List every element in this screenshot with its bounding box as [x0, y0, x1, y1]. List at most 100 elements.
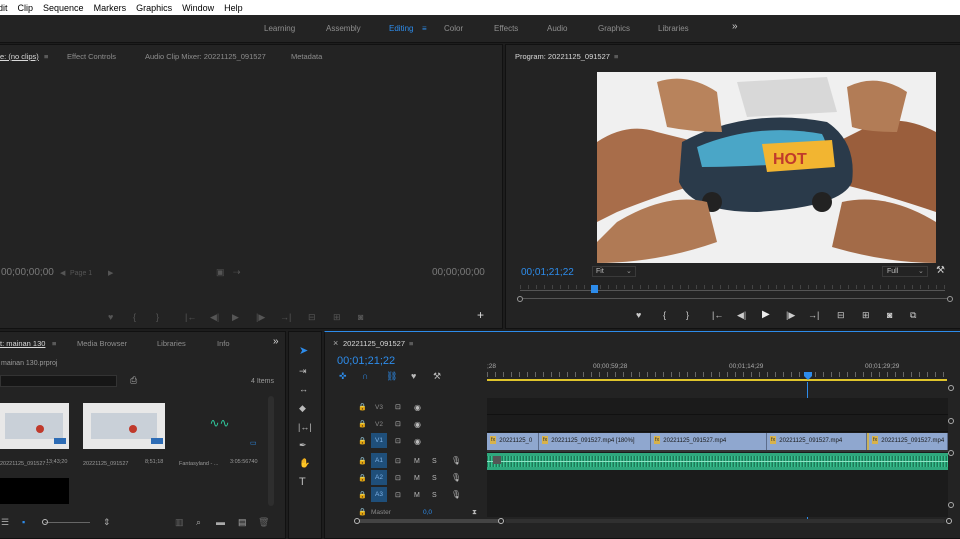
workspace-assembly[interactable]: Assembly: [326, 24, 361, 33]
a3-solo-icon[interactable]: S: [432, 491, 437, 500]
project-clip-thumb-1[interactable]: [0, 403, 69, 449]
v1-clip-4[interactable]: fx 20221125_091527.mp4: [767, 433, 867, 450]
sort-icon[interactable]: ⇕: [103, 518, 111, 527]
workspace-learning[interactable]: Learning: [264, 24, 295, 33]
menu-window[interactable]: Window: [182, 3, 214, 13]
add-marker-icon[interactable]: ♥: [411, 372, 416, 381]
v1-label[interactable]: V1: [371, 433, 387, 448]
find-icon[interactable]: ⌕: [196, 518, 201, 527]
track-select-tool-icon[interactable]: ⇥: [299, 367, 307, 376]
project-search-input[interactable]: [0, 375, 117, 387]
timeline-ruler[interactable]: ;28 00;00;59;28 00;01;14;29 00;01;29;29: [487, 360, 947, 382]
v2-lock-icon[interactable]: 🔒: [358, 420, 367, 429]
timeline-menu-icon[interactable]: ≡: [409, 339, 413, 348]
v3-eye-icon[interactable]: ◉: [414, 403, 421, 412]
tab-info[interactable]: Info: [217, 339, 230, 348]
work-area-bar[interactable]: [487, 379, 947, 381]
program-scrub-track[interactable]: [520, 290, 945, 291]
program-title[interactable]: Program: 20221125_091527: [515, 52, 610, 61]
source-add-button-icon[interactable]: +: [477, 309, 484, 321]
workspace-effects[interactable]: Effects: [494, 24, 518, 33]
a1-mic-icon[interactable]: 🎙: [451, 456, 461, 465]
workspace-menu-icon[interactable]: ≡: [422, 24, 427, 33]
program-mark-out-icon[interactable]: }: [686, 311, 689, 320]
ripple-tool-icon[interactable]: ↔: [299, 385, 308, 394]
workspace-audio[interactable]: Audio: [547, 24, 567, 33]
timeline-vscroll-audio-bottom[interactable]: [948, 502, 954, 508]
list-view-icon[interactable]: ☰: [1, 518, 9, 527]
project-overflow-icon[interactable]: »: [273, 336, 279, 347]
a1-label[interactable]: A1: [371, 453, 387, 468]
tab-source[interactable]: e: (no clips): [0, 52, 39, 61]
razor-tool-icon[interactable]: ◆: [299, 404, 306, 413]
program-zoom-handle-left[interactable]: [517, 296, 523, 302]
automate-icon[interactable]: ▥: [175, 518, 184, 527]
fit-dropdown[interactable]: Fit ⌄: [592, 266, 636, 277]
workspace-color[interactable]: Color: [444, 24, 463, 33]
workspace-overflow-icon[interactable]: »: [732, 21, 738, 32]
a3-mic-icon[interactable]: 🎙: [451, 490, 461, 499]
source-mark-in-icon[interactable]: {: [133, 313, 136, 322]
v1-eye-icon[interactable]: ◉: [414, 437, 421, 446]
a2-lock-icon[interactable]: 🔒: [358, 474, 367, 483]
a3-label[interactable]: A3: [371, 487, 387, 502]
timeline-sequence-tab[interactable]: 20221125_091527: [343, 339, 405, 348]
v3-lock-icon[interactable]: 🔒: [358, 403, 367, 412]
a1-solo-icon[interactable]: S: [432, 457, 437, 466]
source-tab-menu-icon[interactable]: ≡: [44, 52, 48, 61]
v1-sync-icon[interactable]: ⊡: [395, 437, 401, 446]
v3-sync-icon[interactable]: ⊡: [395, 403, 401, 412]
program-video-frame[interactable]: HOT: [597, 72, 936, 263]
timeline-hscroll-handle-right[interactable]: [498, 518, 504, 524]
project-clip-thumb-2[interactable]: [83, 403, 165, 449]
new-bin-icon[interactable]: ⎙: [130, 376, 137, 385]
timeline-hscroll-track[interactable]: [505, 519, 945, 523]
menu-edit[interactable]: dit: [0, 3, 8, 13]
pen-tool-icon[interactable]: ✒: [299, 441, 307, 450]
page-next-icon[interactable]: ▶: [108, 269, 113, 278]
source-overwrite-icon[interactable]: ⊞: [333, 313, 341, 322]
program-step-back-icon[interactable]: ◀|: [737, 311, 746, 320]
timeline-hscroll-handle-left[interactable]: [354, 518, 360, 524]
audio-clip-waveform-icon[interactable]: ∿∿: [209, 416, 230, 431]
timeline-close-icon[interactable]: ×: [333, 338, 338, 348]
a2-label[interactable]: A2: [371, 470, 387, 485]
program-timecode[interactable]: 00;01;21;22: [521, 267, 574, 278]
program-zoom-bar[interactable]: [523, 298, 947, 299]
v1-clip-3[interactable]: fx 20221125_091527.mp4: [651, 433, 767, 450]
source-timecode-in[interactable]: 00;00;00;00: [1, 267, 54, 278]
program-camera-icon[interactable]: ◙: [887, 311, 892, 320]
v3-label[interactable]: V3: [375, 404, 383, 411]
a3-sync-icon[interactable]: ⊡: [395, 491, 401, 500]
timeline-vscroll-top[interactable]: [948, 385, 954, 391]
source-settings-icon[interactable]: ▣: [216, 268, 225, 277]
timeline-vscroll-audio-top[interactable]: [948, 450, 954, 456]
v1-lock-icon[interactable]: 🔒: [358, 437, 367, 446]
source-goto-out-icon[interactable]: →|: [280, 313, 291, 322]
a1-mute-icon[interactable]: M: [414, 457, 420, 466]
tab-project[interactable]: t: mainan 130: [0, 339, 45, 348]
source-mark-out-icon[interactable]: }: [156, 313, 159, 322]
thumb-size-slider[interactable]: [45, 522, 90, 523]
timeline-vscroll-mid[interactable]: [948, 418, 954, 424]
thumb-size-handle[interactable]: [42, 519, 48, 525]
icon-view-icon[interactable]: ▪: [22, 518, 25, 527]
v2-eye-icon[interactable]: ◉: [414, 420, 421, 429]
workspace-graphics[interactable]: Graphics: [598, 24, 630, 33]
master-goto-icon[interactable]: ⧗: [472, 508, 477, 517]
a2-sync-icon[interactable]: ⊡: [395, 474, 401, 483]
program-mark-in-icon[interactable]: {: [663, 311, 666, 320]
project-scrollbar[interactable]: [268, 396, 274, 506]
snap-icon[interactable]: ∩: [362, 372, 368, 381]
v2-label[interactable]: V2: [375, 421, 383, 428]
timeline-timecode[interactable]: 00;01;21;22: [337, 355, 395, 367]
menu-markers[interactable]: Markers: [94, 3, 127, 13]
project-menu-icon[interactable]: ≡: [52, 339, 56, 348]
source-goto-in-icon[interactable]: |←: [185, 313, 196, 322]
linked-selection-icon[interactable]: ⛓: [386, 372, 397, 381]
v2-sync-icon[interactable]: ⊡: [395, 420, 401, 429]
tab-libraries[interactable]: Libraries: [157, 339, 186, 348]
program-lift-icon[interactable]: ⊟: [837, 311, 845, 320]
master-lock-icon[interactable]: 🔒: [358, 508, 367, 517]
tab-effect-controls[interactable]: Effect Controls: [67, 52, 116, 61]
